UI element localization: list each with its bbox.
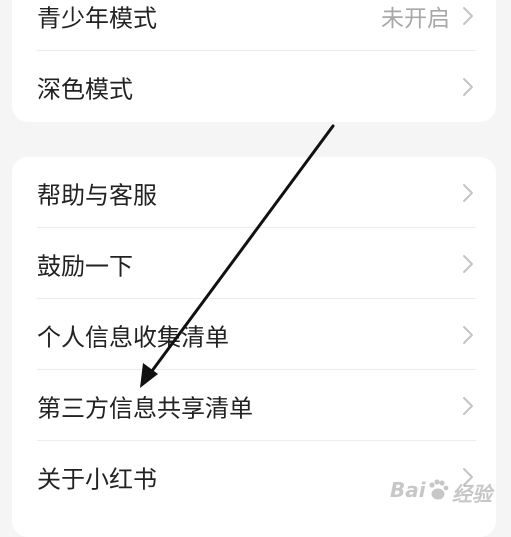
chevron-right-icon bbox=[463, 467, 473, 486]
settings-row-label: 深色模式 bbox=[37, 75, 133, 103]
settings-row-teen-mode[interactable]: 青少年模式 未开启 bbox=[12, 0, 496, 51]
chevron-right-icon bbox=[463, 325, 473, 344]
settings-row-value: 未开启 bbox=[381, 5, 450, 32]
chevron-right-icon bbox=[463, 77, 473, 96]
settings-row-label: 个人信息收集清单 bbox=[37, 323, 229, 351]
settings-row-dark-mode[interactable]: 深色模式 bbox=[12, 51, 496, 122]
chevron-right-icon bbox=[463, 254, 473, 273]
settings-row-label: 第三方信息共享清单 bbox=[37, 394, 253, 422]
settings-row-encourage[interactable]: 鼓励一下 bbox=[12, 228, 496, 299]
settings-row-personal-info-list[interactable]: 个人信息收集清单 bbox=[12, 299, 496, 370]
settings-row-third-party-sharing-list[interactable]: 第三方信息共享清单 bbox=[12, 370, 496, 441]
chevron-right-icon bbox=[463, 183, 473, 202]
settings-row-label: 鼓励一下 bbox=[37, 252, 133, 280]
settings-row-label: 帮助与客服 bbox=[37, 181, 157, 209]
settings-group-display: 青少年模式 未开启 深色模式 bbox=[12, 0, 496, 122]
settings-group-about: 帮助与客服 鼓励一下 个人信息收集清单 第三方信息共享清单 关于小红书 bbox=[12, 157, 496, 537]
chevron-right-icon bbox=[463, 396, 473, 415]
settings-row-label: 青少年模式 bbox=[37, 4, 157, 32]
settings-row-label: 关于小红书 bbox=[37, 465, 157, 493]
chevron-right-icon bbox=[463, 6, 473, 25]
settings-row-help[interactable]: 帮助与客服 bbox=[12, 157, 496, 228]
settings-row-about[interactable]: 关于小红书 bbox=[12, 441, 496, 512]
